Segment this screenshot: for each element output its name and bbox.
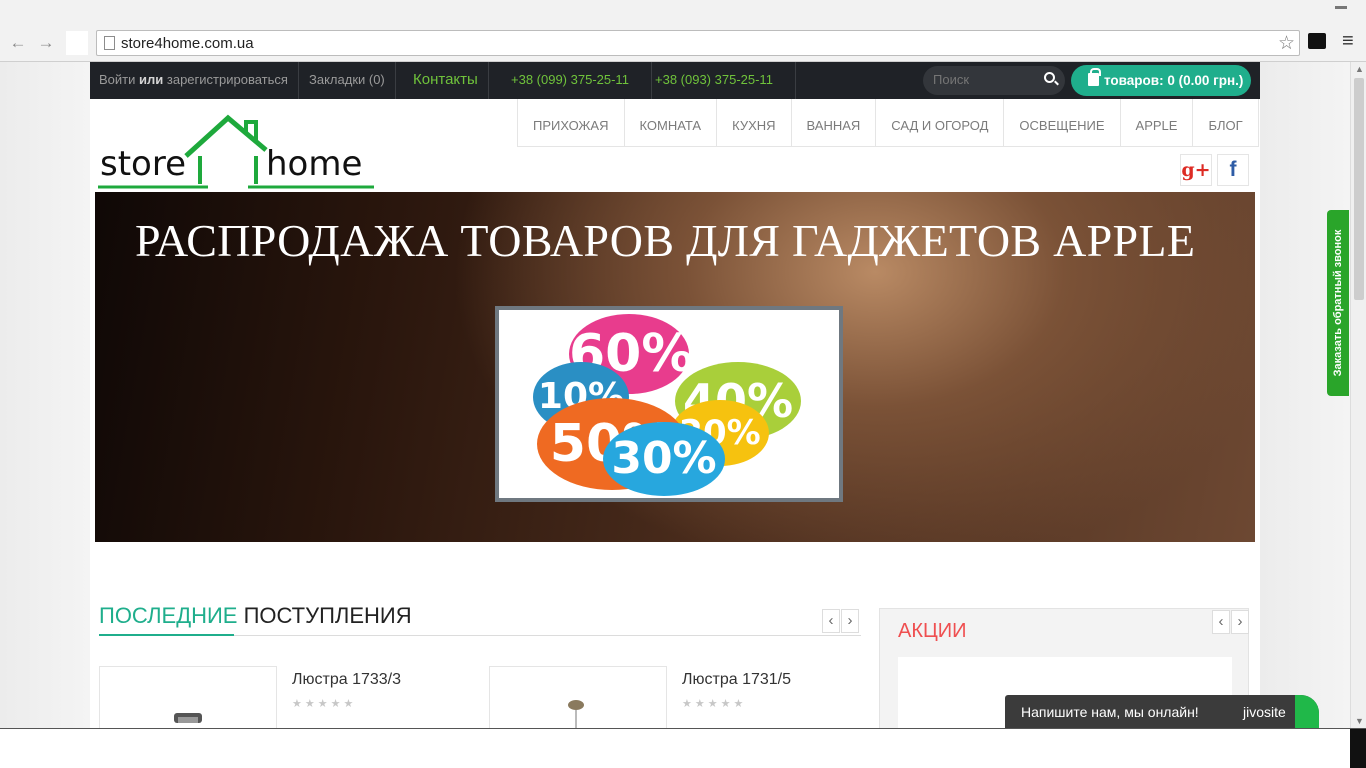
store-logo[interactable]: store home xyxy=(98,114,378,194)
latest-rule-accent xyxy=(99,634,234,636)
phone-2[interactable]: +38 (093) 375-25-11 xyxy=(655,62,796,99)
app-tile[interactable] xyxy=(66,31,88,55)
account-links: Войти или зарегистрироваться xyxy=(99,62,299,99)
extension-icon[interactable] xyxy=(1308,33,1326,49)
taskbar-corner xyxy=(1350,729,1366,768)
nav-item-hallway[interactable]: ПРИХОЖАЯ xyxy=(518,99,625,147)
callback-button[interactable]: Заказать обратный звонок xyxy=(1327,210,1349,396)
address-url[interactable]: store4home.com.ua xyxy=(121,35,254,52)
discount-tag-30: 30% xyxy=(603,422,725,496)
browser-menu-icon[interactable]: ≡ xyxy=(1342,30,1354,53)
address-bar[interactable]: store4home.com.ua ☆ xyxy=(96,30,1300,56)
facebook-icon[interactable]: f xyxy=(1217,154,1249,186)
login-link[interactable]: Войти xyxy=(99,72,135,87)
nav-item-garden[interactable]: САД И ОГОРОД xyxy=(876,99,1005,147)
product-rating: ★★★★★ xyxy=(682,698,747,710)
page-viewport: Войти или зарегистрироваться Закладки (0… xyxy=(0,62,1350,728)
promo-prev-button[interactable]: ‹ xyxy=(1212,610,1230,634)
back-arrow-icon[interactable]: ← xyxy=(8,33,28,53)
contacts-link[interactable]: Контакты xyxy=(413,62,489,99)
nav-item-lighting[interactable]: ОСВЕЩЕНИЕ xyxy=(1004,99,1121,147)
search-box[interactable] xyxy=(923,66,1065,95)
latest-prev-button[interactable]: ‹ xyxy=(822,609,840,633)
latest-title-rest: ПОСТУПЛЕНИЯ xyxy=(243,603,412,628)
promotions-title: АКЦИИ xyxy=(898,620,967,642)
chat-brand: jivosite xyxy=(1243,704,1286,720)
main-navigation: ПРИХОЖАЯ КОМНАТА КУХНЯ ВАННАЯ САД И ОГОР… xyxy=(517,99,1259,147)
product-image[interactable] xyxy=(489,666,667,728)
nav-item-kitchen[interactable]: КУХНЯ xyxy=(717,99,792,147)
nav-item-apple[interactable]: APPLE xyxy=(1121,99,1194,147)
cart-summary[interactable]: товаров: 0 (0.00 грн.) xyxy=(1104,73,1243,88)
cart-button[interactable]: товаров: 0 (0.00 грн.) xyxy=(1071,65,1251,96)
product-name[interactable]: Люстра 1733/3 xyxy=(292,671,401,689)
logo-home-word: home xyxy=(266,144,363,184)
or-text: или xyxy=(139,72,164,87)
hero-banner[interactable]: РАСПРОДАЖА ТОВАРОВ ДЛЯ ГАДЖЕТОВ APPLE 60… xyxy=(95,192,1255,542)
discount-image: 60% 40% 10% 20% 50% 30% xyxy=(495,306,843,502)
latest-title-accent: ПОСЛЕДНИЕ xyxy=(99,603,238,628)
search-icon[interactable] xyxy=(1044,72,1055,83)
page-container: Войти или зарегистрироваться Закладки (0… xyxy=(90,62,1260,728)
page-icon xyxy=(104,36,115,50)
forward-arrow-icon[interactable]: → xyxy=(36,33,56,53)
taskbar-strip xyxy=(0,728,1366,768)
google-plus-icon[interactable]: g+ xyxy=(1180,154,1212,186)
top-bar: Войти или зарегистрироваться Закладки (0… xyxy=(90,62,1260,99)
chandelier-icon xyxy=(174,713,202,723)
nav-item-blog[interactable]: БЛОГ xyxy=(1193,99,1259,147)
product-rating: ★★★★★ xyxy=(292,698,357,710)
logo-store-word: store xyxy=(100,144,186,184)
promo-next-button[interactable]: › xyxy=(1231,610,1249,634)
latest-next-button[interactable]: › xyxy=(841,609,859,633)
scroll-down-icon[interactable]: ▼ xyxy=(1355,716,1364,726)
chat-message[interactable]: Напишите нам, мы онлайн! xyxy=(1021,704,1199,720)
tab-strip xyxy=(0,0,1366,26)
page-scrollbar[interactable]: ▲ ▼ xyxy=(1350,62,1366,728)
nav-item-room[interactable]: КОМНАТА xyxy=(625,99,718,147)
callback-label[interactable]: Заказать обратный звонок xyxy=(1332,230,1344,377)
phone-1[interactable]: +38 (099) 375-25-11 xyxy=(511,62,652,99)
shopping-bag-icon xyxy=(1088,68,1101,86)
bookmark-star-icon[interactable]: ☆ xyxy=(1278,32,1295,55)
scroll-up-icon[interactable]: ▲ xyxy=(1355,64,1364,74)
chat-widget[interactable]: Напишите нам, мы онлайн! jivosite xyxy=(1005,695,1319,729)
chandelier-icon xyxy=(568,700,584,728)
product-name[interactable]: Люстра 1731/5 xyxy=(682,671,791,689)
search-input[interactable] xyxy=(933,72,1038,87)
latest-section-title: ПОСЛЕДНИЕ ПОСТУПЛЕНИЯ xyxy=(99,603,412,629)
register-link[interactable]: зарегистрироваться xyxy=(167,72,288,87)
scrollbar-thumb[interactable] xyxy=(1354,78,1364,300)
bookmarks-link[interactable]: Закладки (0) xyxy=(309,62,396,99)
product-image[interactable] xyxy=(99,666,277,728)
latest-section-rule xyxy=(99,634,861,636)
browser-chrome: ← → store4home.com.ua ☆ ≡ xyxy=(0,0,1366,62)
nav-item-bathroom[interactable]: ВАННАЯ xyxy=(792,99,877,147)
banner-title: РАСПРОДАЖА ТОВАРОВ ДЛЯ ГАДЖЕТОВ APPLE xyxy=(135,215,1196,266)
minimize-window-icon[interactable] xyxy=(1335,6,1347,9)
